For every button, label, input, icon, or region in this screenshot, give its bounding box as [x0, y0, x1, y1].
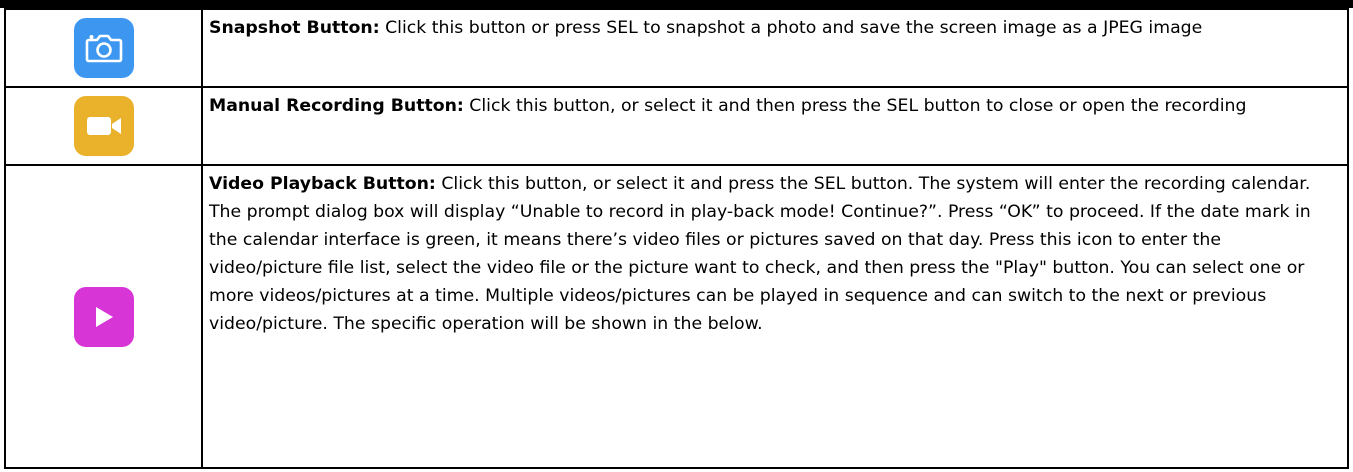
description-cell: Manual Recording Button: Click this butt…: [201, 86, 1349, 166]
table-row-recording: Manual Recording Button: Click this butt…: [4, 86, 1349, 166]
icon-cell: [4, 8, 203, 88]
description-cell: Video Playback Button: Click this button…: [201, 164, 1349, 469]
row-heading: Snapshot Button:: [209, 18, 380, 38]
row-heading: Video Playback Button:: [209, 174, 436, 194]
top-border-bar: [0, 0, 1353, 8]
icon-cell: [4, 164, 203, 469]
button-description-table: Snapshot Button: Click this button or pr…: [4, 8, 1349, 469]
row-description: Click this button, or select it and pres…: [209, 174, 1311, 334]
table-row-snapshot: Snapshot Button: Click this button or pr…: [4, 8, 1349, 88]
camera-icon[interactable]: [73, 18, 134, 78]
icon-cell: [4, 86, 203, 166]
row-description: Click this button, or select it and then…: [463, 96, 1247, 116]
row-heading: Manual Recording Button:: [209, 96, 464, 116]
row-description: Click this button or press SEL to snapsh…: [379, 18, 1203, 38]
video-camera-icon[interactable]: [73, 96, 134, 156]
play-icon[interactable]: [73, 286, 134, 347]
description-cell: Snapshot Button: Click this button or pr…: [201, 8, 1349, 88]
table-row-playback: Video Playback Button: Click this button…: [4, 164, 1349, 469]
